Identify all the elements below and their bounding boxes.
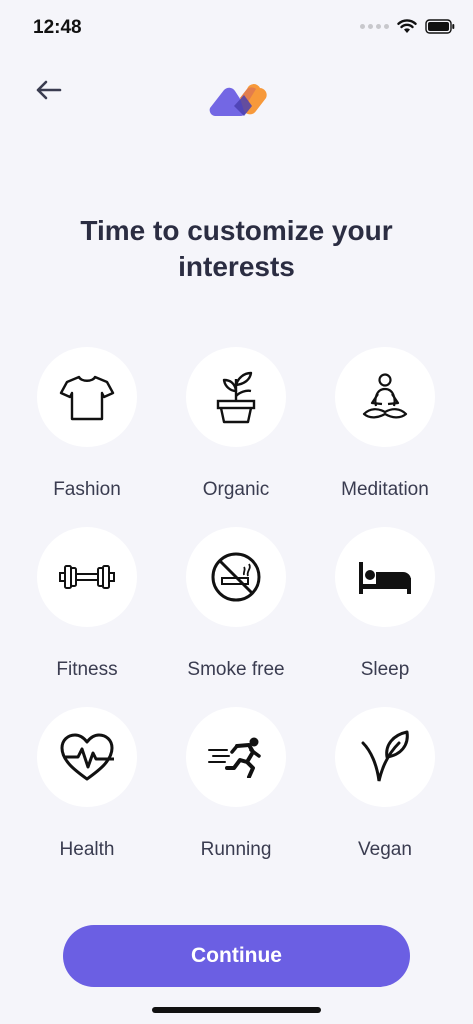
interest-icon-circle: [186, 707, 286, 807]
interest-tile-smoke-free[interactable]: Smoke free: [171, 527, 301, 697]
interest-label: Health: [59, 839, 115, 860]
interest-label: Smoke free: [187, 659, 285, 680]
interest-label: Running: [200, 839, 272, 860]
interest-tile-fashion[interactable]: Fashion: [22, 347, 152, 517]
interest-label: Organic: [202, 479, 270, 500]
page-title: Time to customize your interests: [80, 215, 393, 282]
interest-label: Sleep: [360, 659, 410, 680]
interest-tile-meditation[interactable]: Meditation: [320, 347, 450, 517]
leaf-icon: [361, 730, 409, 782]
heartbeat-icon: [60, 733, 114, 781]
interest-icon-circle: [37, 527, 137, 627]
continue-button[interactable]: Continue: [63, 925, 410, 987]
interest-tile-health[interactable]: Health: [22, 707, 152, 877]
interest-icon-circle: [186, 347, 286, 447]
interest-icon-circle: [335, 527, 435, 627]
interest-tile-vegan[interactable]: Vegan: [320, 707, 450, 877]
tshirt-icon: [59, 375, 115, 421]
home-indicator: [152, 1007, 321, 1013]
wifi-icon: [397, 19, 417, 33]
potted-plant-icon: [216, 371, 256, 424]
bed-icon: [359, 562, 411, 594]
brand-logo: [200, 78, 274, 120]
status-indicators: [360, 19, 455, 34]
interest-tile-organic[interactable]: Organic: [171, 347, 301, 517]
interest-icon-circle: [37, 347, 137, 447]
status-time: 12:48: [33, 17, 82, 38]
runner-icon: [208, 737, 261, 778]
interest-label: Meditation: [341, 479, 429, 500]
interest-icon-circle: [335, 347, 435, 447]
interest-label: Fashion: [53, 479, 121, 500]
meditation-icon: [362, 373, 408, 419]
dumbbell-icon: [59, 565, 115, 589]
interest-tile-fitness[interactable]: Fitness: [22, 527, 152, 697]
interest-tile-sleep[interactable]: Sleep: [320, 527, 450, 697]
arrow-left-icon: [36, 80, 62, 100]
back-button[interactable]: [28, 72, 68, 108]
status-bar: 12:48: [0, 0, 473, 56]
no-smoking-icon: [211, 552, 261, 602]
interest-icon-circle: [335, 707, 435, 807]
interest-tile-running[interactable]: Running: [171, 707, 301, 877]
interest-icon-circle: [186, 527, 286, 627]
interest-icon-circle: [37, 707, 137, 807]
cellular-signal-icon: [360, 24, 389, 29]
interest-label: Vegan: [358, 839, 412, 860]
interest-label: Fitness: [56, 659, 118, 680]
battery-icon: [425, 19, 455, 34]
